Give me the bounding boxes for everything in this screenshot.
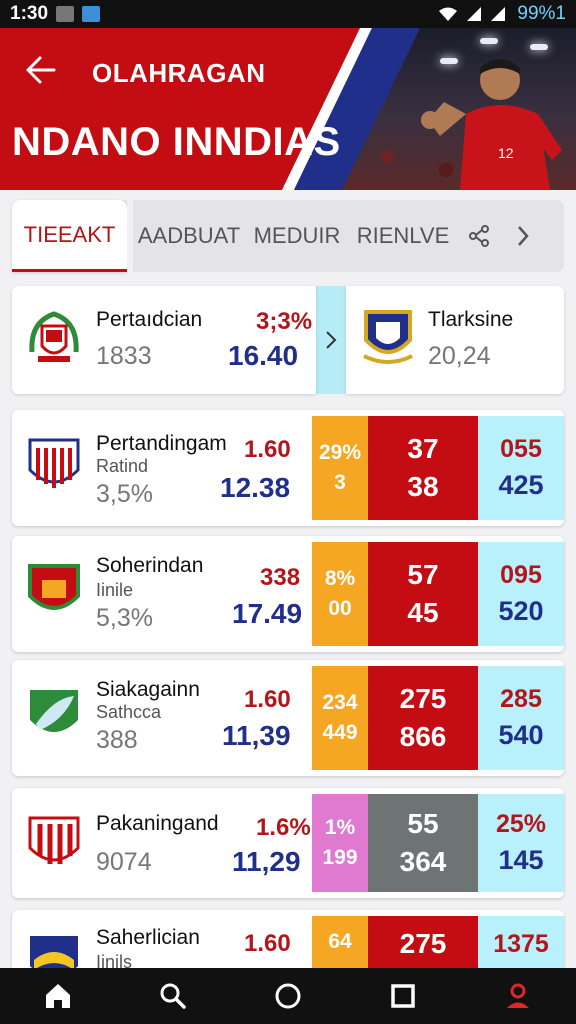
team-row[interactable]: Siakagainn Sathcca 388 1.60 11,39 234 449…	[12, 660, 564, 776]
stat-cell-3[interactable]: 055 425	[478, 416, 564, 520]
home-team-value: 1833	[96, 342, 152, 370]
team-odds-top: 338	[260, 564, 301, 591]
team-sub: Sathcca	[96, 702, 162, 722]
profile-icon[interactable]	[498, 976, 538, 1016]
square-icon[interactable]	[383, 976, 423, 1016]
team-value: 5,3%	[96, 604, 153, 632]
team-value: 9074	[96, 848, 152, 876]
team-odds-top: 1.60	[244, 436, 291, 463]
search-icon[interactable]	[153, 976, 193, 1016]
away-team-name: Tlarksine	[428, 308, 514, 331]
stat-cell-3[interactable]: 285 540	[478, 666, 564, 770]
team-name: Pertandingam	[96, 432, 227, 455]
stat-cell-1[interactable]: 234 449	[312, 666, 368, 770]
tab-2[interactable]: MEDUIR	[245, 200, 349, 272]
team-name: Pakaningand	[96, 812, 219, 835]
team-sub: Iinile	[96, 580, 134, 600]
team-odds[interactable]: 11,29	[232, 846, 301, 878]
home-team-name: Pertaıdcian	[96, 308, 203, 331]
player-number: 12	[498, 145, 514, 161]
share-icon[interactable]	[457, 200, 501, 272]
circle-icon[interactable]	[268, 976, 308, 1016]
team-row[interactable]: Pakaningand 9074 1.6% 11,29 1% 199 55 364 …	[12, 788, 564, 898]
player-image: 12	[421, 59, 562, 190]
home-team-panel[interactable]: Pertaıdcian 1833 3;3% 16.40	[12, 286, 316, 394]
header-banner: 12 OLAHRAGAN NDANO INNDIAS	[0, 28, 576, 190]
team-crest-icon	[28, 438, 80, 488]
stat-cell-2[interactable]: 37 38	[368, 416, 478, 520]
away-team-value: 20,24	[428, 342, 491, 370]
app-notification-icon	[82, 6, 101, 22]
app-screen: 1:30 99%1 12 OLAHRAGAN NDANO INNDIAS TIE…	[0, 0, 576, 1024]
battery-level: 99%1	[517, 3, 566, 24]
status-bar: 1:30 99%1	[0, 0, 576, 28]
tab-0[interactable]: TIEEAKT	[12, 200, 127, 272]
hero-title: NDANO INNDIAS	[12, 120, 341, 164]
team-name: Siakagainn	[96, 678, 200, 701]
bottom-nav	[0, 968, 576, 1024]
checkbox-notification-icon	[56, 6, 75, 22]
status-time: 1:30	[10, 3, 49, 24]
team-odds-top: 1.60	[244, 686, 291, 713]
away-team-crest-icon	[363, 310, 413, 364]
stat-cell-3[interactable]: 095 520	[478, 542, 564, 646]
match-card[interactable]: Pertaıdcian 1833 3;3% 16.40 Tlarksine 20…	[12, 286, 564, 394]
section-title: OLAHRAGAN	[92, 58, 266, 88]
team-sub: Ratind	[96, 456, 149, 476]
home-odds[interactable]: 16.40	[228, 340, 298, 372]
team-odds[interactable]: 12.38	[220, 472, 290, 504]
arrow-left-icon[interactable]	[22, 50, 62, 90]
stat-cell-2[interactable]: 275 866	[368, 666, 478, 770]
stat-cell-1[interactable]: 1% 199	[312, 794, 368, 892]
chevron-right-icon[interactable]	[501, 200, 545, 272]
team-odds[interactable]: 11,39	[222, 720, 291, 752]
team-value: 3,5%	[96, 480, 153, 508]
signal-icon-2	[491, 7, 506, 21]
stat-cell-3[interactable]: 25% 145	[478, 794, 564, 892]
stat-cell-2[interactable]: 57 45	[368, 542, 478, 646]
home-team-crest-icon	[29, 311, 79, 362]
team-odds[interactable]: 17.49	[232, 598, 302, 630]
tab-3[interactable]: RIENLVE	[349, 200, 457, 272]
signal-icon	[467, 7, 482, 21]
team-crest-icon	[30, 690, 78, 732]
team-crest-icon	[28, 564, 80, 610]
team-name: Soherindan	[96, 554, 204, 577]
away-team-panel[interactable]: Tlarksine 20,24	[346, 286, 564, 394]
stat-cell-2[interactable]: 55 364	[368, 794, 478, 892]
chevron-right-icon[interactable]	[316, 286, 346, 394]
team-odds-top: 1.6%	[256, 814, 311, 841]
team-crest-icon	[28, 816, 80, 864]
team-row[interactable]: Pertandingam Ratind 3,5% 1.60 12.38 29% 3…	[12, 410, 564, 526]
stat-cell-1[interactable]: 8% 00	[312, 542, 368, 646]
wifi-icon	[439, 7, 458, 21]
tab-1[interactable]: AADBUAT	[133, 200, 245, 272]
team-odds-top: 1.60	[244, 930, 291, 957]
team-row[interactable]: Soherindan Iinile 5,3% 338 17.49 8% 00 57…	[12, 536, 564, 652]
stat-cell-1[interactable]: 29% 3	[312, 416, 368, 520]
home-icon[interactable]	[38, 976, 78, 1016]
team-value: 388	[96, 726, 138, 754]
team-name: Saherlician	[96, 926, 200, 949]
home-odds-top: 3;3%	[256, 308, 313, 335]
tab-bar: TIEEAKT AADBUAT MEDUIR RIENLVE	[12, 200, 564, 272]
